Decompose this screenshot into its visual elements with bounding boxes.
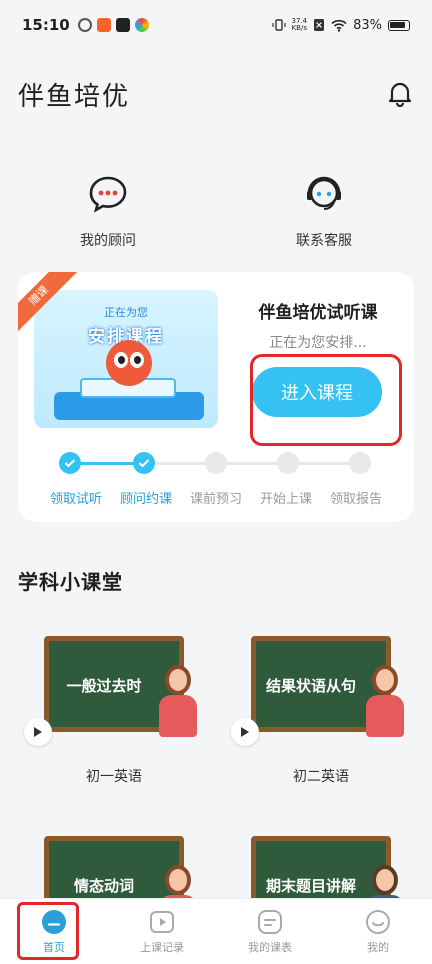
taobao-icon <box>96 18 111 32</box>
nav-label: 我的课表 <box>248 940 292 954</box>
status-bar: 15:10 37.4 KB/s 83% <box>0 0 432 50</box>
board-text: 期末题目讲解 <box>265 877 356 895</box>
nav-label: 我的 <box>367 940 389 954</box>
quick-entries: 我的顾问 联系客服 <box>0 172 432 250</box>
nav-class-records[interactable]: 上课记录 <box>108 899 216 964</box>
notification-bell-icon[interactable] <box>386 80 414 108</box>
teacher-illustration <box>157 665 197 737</box>
board-text: 结果状语从句 <box>265 677 356 695</box>
step-1-check-icon <box>59 452 81 474</box>
colorful-app-icon <box>134 18 149 32</box>
trial-status: 正在为您安排... <box>269 335 367 351</box>
my-advisor-entry[interactable]: 我的顾问 <box>0 172 216 250</box>
nav-label: 上课记录 <box>140 940 184 954</box>
contact-service-entry[interactable]: 联系客服 <box>216 172 432 250</box>
step-3-dot <box>205 452 227 474</box>
fish-mascot-illustration <box>106 340 152 386</box>
nav-my-schedule[interactable]: 我的课表 <box>216 899 324 964</box>
no-sim-icon <box>314 19 325 31</box>
section-title: 学科小课堂 <box>18 570 123 594</box>
status-time: 15:10 <box>22 16 70 34</box>
wifi-icon <box>331 19 347 32</box>
schedule-icon <box>258 909 282 934</box>
video-play-icon <box>150 910 174 933</box>
status-app-icons <box>77 18 149 32</box>
teacher-illustration <box>364 665 404 737</box>
course-label: 初一英语 <box>86 769 142 785</box>
battery-icon <box>388 19 410 31</box>
board-text: 一般过去时 <box>66 677 142 695</box>
step-2-check-icon <box>133 452 155 474</box>
status-right: 37.4 KB/s 83% <box>271 17 410 33</box>
step-label: 开始上课 <box>259 492 313 507</box>
trial-title: 伴鱼培优试听课 <box>258 303 378 323</box>
chalkboard-thumbnail: 一般过去时 <box>44 636 197 737</box>
network-speed-unit: KB/s <box>291 24 307 32</box>
vibrate-icon <box>271 19 286 31</box>
play-icon[interactable] <box>24 718 52 746</box>
contact-service-label: 联系客服 <box>296 233 352 249</box>
app-notification-icon <box>77 18 92 32</box>
step-label: 顾问约课 <box>119 492 173 507</box>
course-arranging-banner: 正在为您 安排课程 <box>34 290 218 428</box>
network-speed: 37.4 KB/s <box>292 18 308 32</box>
battery-percent: 83% <box>353 17 382 33</box>
smile-profile-icon <box>366 909 390 934</box>
board-text: 情态动词 <box>73 877 134 895</box>
nav-profile[interactable]: 我的 <box>324 899 432 964</box>
nav-home[interactable]: 首页 <box>0 899 108 964</box>
bottom-navigation: 首页 上课记录 我的课表 我的 <box>0 898 432 964</box>
enter-course-button[interactable]: 进入课程 <box>252 367 382 417</box>
chalkboard-thumbnail: 结果状语从句 <box>251 636 404 737</box>
banner-subtitle: 正在为您 <box>104 306 148 319</box>
customer-service-icon <box>302 172 346 216</box>
play-icon[interactable] <box>231 718 259 746</box>
home-icon <box>42 909 66 934</box>
my-advisor-label: 我的顾问 <box>80 233 136 249</box>
nav-label: 首页 <box>43 940 65 954</box>
trial-course-card: 正在为您 安排课程 赠课 伴鱼培优试听课 正在为您安排... 进入课程 领取试听… <box>18 272 414 522</box>
step-label: 领取试听 <box>49 492 103 507</box>
progress-steps: 领取试听 顾问约课 课前预习 开始上课 领取报告 <box>18 450 414 520</box>
step-label: 课前预习 <box>189 492 243 507</box>
tiktok-icon <box>115 18 130 32</box>
header: 伴鱼培优 <box>18 74 414 114</box>
app-title: 伴鱼培优 <box>18 81 131 112</box>
step-5-dot <box>349 452 371 474</box>
step-4-dot <box>277 452 299 474</box>
step-label: 领取报告 <box>329 492 383 507</box>
chat-bubble-icon <box>86 172 130 216</box>
course-label: 初二英语 <box>293 769 349 785</box>
